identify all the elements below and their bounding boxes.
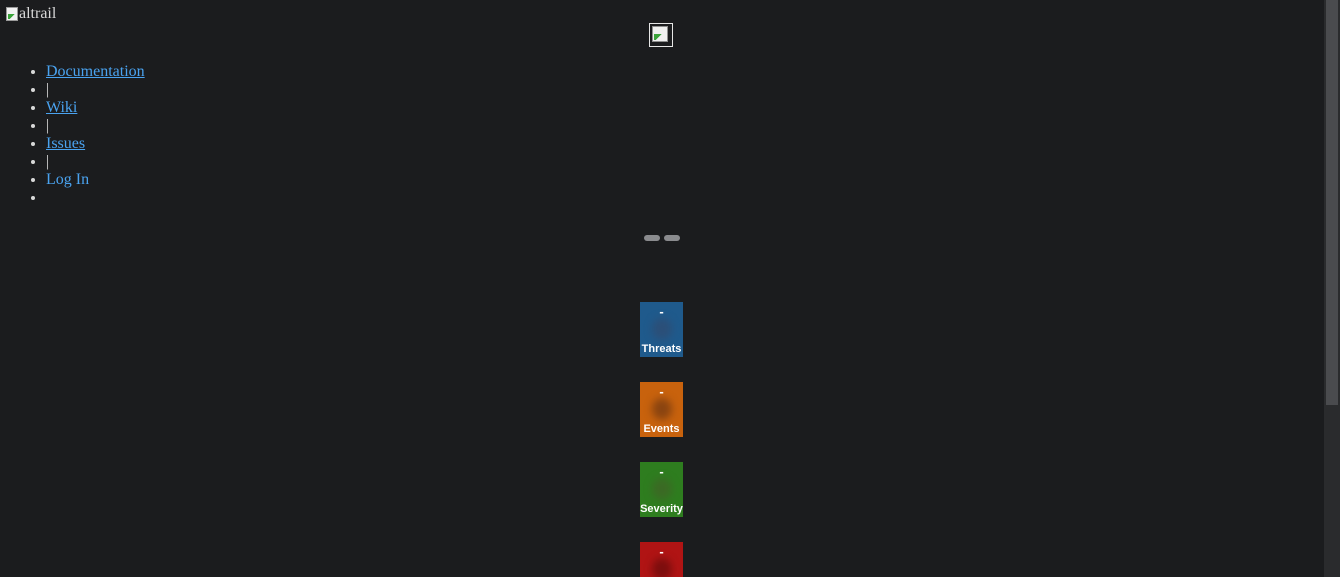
logo-alt-text: altrail	[19, 5, 57, 22]
login-link[interactable]: Log In	[46, 171, 89, 188]
logo[interactable]: altrail	[6, 4, 56, 24]
page: altrail Documentation | Wiki | Issues | …	[0, 0, 1340, 577]
stat-label: Events	[643, 423, 680, 435]
nav-item-login: Log In	[46, 171, 145, 189]
nav-separator: |	[46, 153, 145, 171]
issues-link[interactable]: Issues	[46, 135, 85, 152]
nav-separator: |	[46, 81, 145, 99]
nav-item-wiki: Wiki	[46, 99, 145, 117]
stat-glow	[652, 478, 672, 500]
broken-image-icon	[652, 26, 668, 42]
fourth-stat-box[interactable]: -	[640, 542, 683, 577]
nav-item-empty	[46, 189, 145, 207]
events-stat-box[interactable]: - Events	[640, 382, 683, 437]
stat-label: Severity	[640, 503, 683, 515]
stat-value: -	[659, 544, 664, 559]
stat-value: -	[659, 464, 664, 479]
loading-indicator	[644, 235, 680, 241]
separator-text: |	[46, 153, 50, 170]
nav-item-issues: Issues	[46, 135, 145, 153]
stat-glow	[652, 558, 672, 577]
nav-list: Documentation | Wiki | Issues | Log In	[0, 63, 145, 207]
separator-text: |	[46, 81, 50, 98]
wiki-link[interactable]: Wiki	[46, 99, 77, 116]
scrollbar-thumb[interactable]	[1326, 0, 1338, 405]
severity-stat-box[interactable]: - Severity	[640, 462, 683, 517]
nav-item-documentation: Documentation	[46, 63, 145, 81]
broken-image-icon	[6, 7, 18, 21]
loading-pill	[644, 235, 660, 241]
loading-pill	[664, 235, 680, 241]
header-image	[649, 23, 673, 47]
threats-stat-box[interactable]: - Threats	[640, 302, 683, 357]
stat-glow	[652, 318, 672, 340]
stat-label: Threats	[641, 343, 682, 355]
nav-separator: |	[46, 117, 145, 135]
separator-text: |	[46, 117, 50, 134]
stat-value: -	[659, 304, 664, 319]
stat-value: -	[659, 384, 664, 399]
stat-glow	[652, 398, 672, 420]
documentation-link[interactable]: Documentation	[46, 63, 145, 80]
